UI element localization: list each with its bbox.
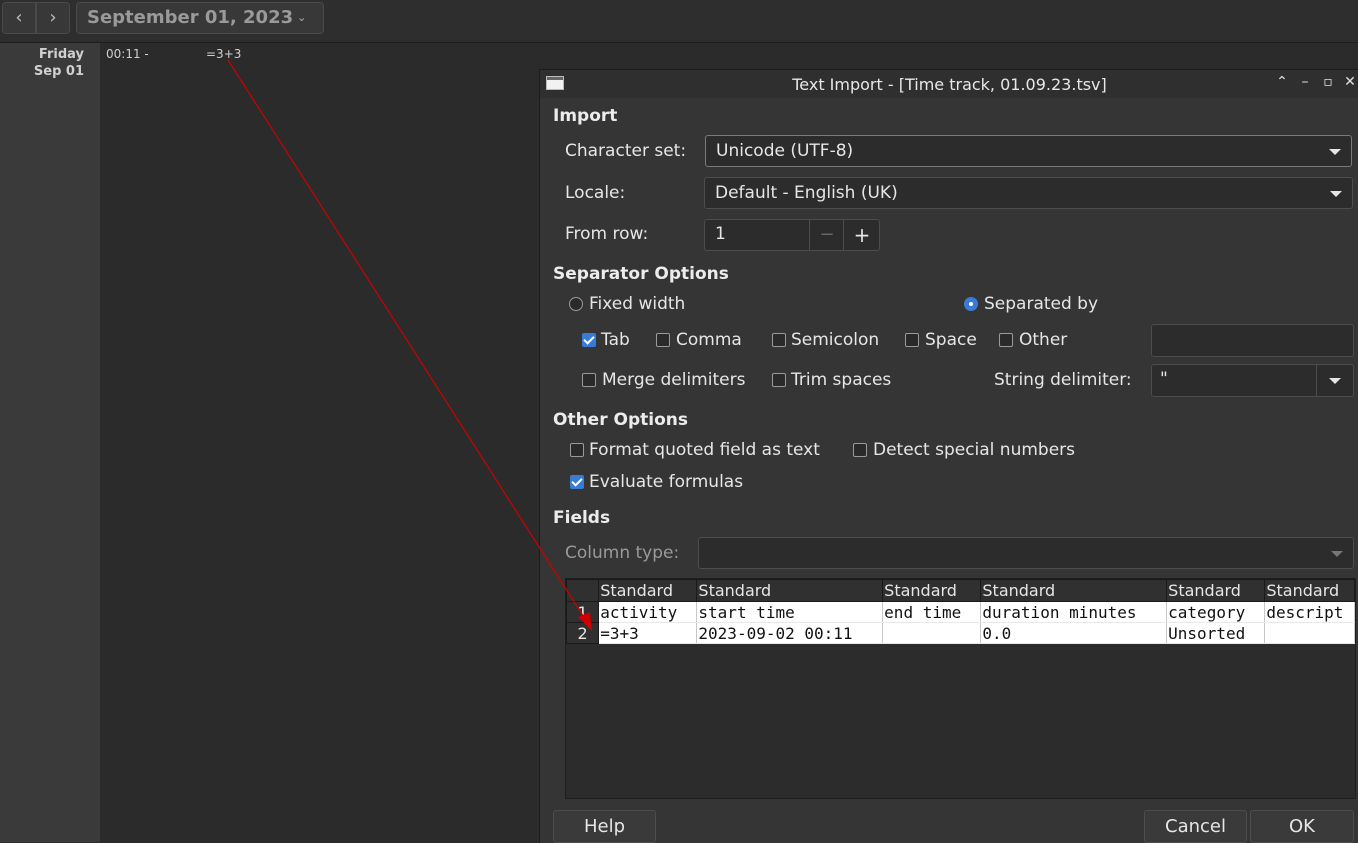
table-cell[interactable]: activity — [598, 601, 698, 623]
day-name: Friday — [38, 47, 84, 62]
row-number: 1 — [566, 601, 600, 623]
top-toolbar: ‹ › September 01, 2023 ⌄ — [0, 0, 1358, 43]
table-cell[interactable]: 2023-09-02 00:11 — [696, 622, 884, 644]
restore-icon[interactable]: ▫ — [1319, 74, 1337, 90]
separated-by-radio[interactable] — [964, 297, 978, 311]
table-cell[interactable] — [1264, 622, 1355, 644]
preview-header-row: Standard Standard Standard Standard Stan… — [566, 579, 1355, 602]
dialog-title: Text Import - [Time track, 01.09.23.tsv] — [792, 75, 1107, 94]
semicolon-checkbox[interactable] — [772, 333, 786, 347]
dialog-titlebar[interactable]: Text Import - [Time track, 01.09.23.tsv]… — [540, 70, 1358, 98]
merge-delimiters-label: Merge delimiters — [602, 370, 746, 390]
space-label: Space — [925, 330, 977, 350]
string-delimiter-combo[interactable]: " — [1151, 364, 1354, 397]
dropdown-caret-icon — [1329, 149, 1341, 155]
decrement-icon[interactable]: − — [809, 220, 844, 250]
other-label: Other — [1019, 330, 1068, 350]
column-type-select[interactable] — [698, 537, 1354, 569]
detect-special-label: Detect special numbers — [873, 440, 1076, 460]
string-delimiter-value[interactable]: " — [1160, 369, 1168, 389]
preview-table: Standard Standard Standard Standard Stan… — [566, 579, 1355, 644]
format-quoted-label: Format quoted field as text — [589, 440, 820, 460]
evaluate-formulas-checkbox[interactable] — [570, 475, 584, 489]
table-cell[interactable]: Unsorted — [1166, 622, 1266, 644]
separator-heading: Separator Options — [553, 264, 729, 284]
arrow-line — [227, 59, 588, 623]
corner-cell[interactable] — [566, 579, 600, 602]
tab-checkbox[interactable] — [582, 333, 596, 347]
help-button[interactable]: Help — [553, 810, 656, 843]
separated-by-label: Separated by — [984, 294, 1099, 314]
table-row: 1 activity start time end time duration … — [566, 601, 1355, 623]
row-number: 2 — [566, 622, 600, 644]
date-picker-button[interactable]: September 01, 2023 ⌄ — [76, 2, 324, 34]
other-options-heading: Other Options — [553, 410, 688, 430]
fields-heading: Fields — [553, 508, 611, 528]
import-heading: Import — [553, 106, 618, 126]
table-cell[interactable]: =3+3 — [598, 622, 698, 644]
text-import-dialog: Text Import - [Time track, 01.09.23.tsv]… — [539, 69, 1358, 843]
dropdown-caret-icon[interactable] — [1316, 365, 1353, 396]
locale-select[interactable]: Default - English (UK) — [704, 177, 1353, 209]
column-type-header[interactable]: Standard — [882, 579, 982, 602]
entry-time[interactable]: 00:11 - — [106, 47, 149, 61]
chevron-left-icon: ‹ — [15, 7, 23, 28]
column-type-header[interactable]: Standard — [980, 579, 1168, 602]
fixed-width-label: Fixed width — [589, 294, 686, 314]
from-row-spinner[interactable]: 1 − + — [704, 219, 880, 251]
other-checkbox[interactable] — [999, 333, 1013, 347]
import-preview[interactable]: Standard Standard Standard Standard Stan… — [565, 578, 1356, 799]
from-row-label: From row: — [565, 224, 649, 244]
entry-activity[interactable]: =3+3 — [206, 47, 241, 61]
column-type-header[interactable]: Standard — [598, 579, 698, 602]
table-cell[interactable]: duration minutes — [980, 601, 1168, 623]
comma-label: Comma — [676, 330, 742, 350]
charset-label: Character set: — [565, 141, 687, 161]
column-type-label: Column type: — [565, 543, 680, 563]
charset-value: Unicode (UTF-8) — [716, 141, 854, 161]
table-cell[interactable]: end time — [882, 601, 982, 623]
table-row: 2 =3+3 2023-09-02 00:11 0.0 Unsorted — [566, 622, 1355, 644]
increment-icon[interactable]: + — [843, 220, 880, 250]
table-cell[interactable]: 0.0 — [980, 622, 1168, 644]
trim-spaces-checkbox[interactable] — [772, 373, 786, 387]
semicolon-label: Semicolon — [791, 330, 880, 350]
from-row-value[interactable]: 1 — [715, 224, 726, 244]
comma-checkbox[interactable] — [656, 333, 670, 347]
other-separator-input[interactable] — [1151, 324, 1354, 357]
detect-special-checkbox[interactable] — [853, 443, 867, 457]
next-day-button[interactable]: › — [36, 2, 70, 34]
date-label: September 01, 2023 — [87, 7, 294, 28]
merge-delimiters-checkbox[interactable] — [582, 373, 596, 387]
close-icon[interactable]: ✕ — [1341, 74, 1358, 90]
column-type-header[interactable]: Standard — [696, 579, 884, 602]
chevron-right-icon: › — [49, 7, 57, 28]
space-checkbox[interactable] — [905, 333, 919, 347]
tab-label: Tab — [601, 330, 630, 350]
dropdown-caret-icon — [1330, 191, 1342, 197]
table-cell[interactable]: descript — [1264, 601, 1355, 623]
table-cell[interactable] — [882, 622, 982, 644]
previous-day-button[interactable]: ‹ — [2, 2, 36, 34]
table-cell[interactable]: start time — [696, 601, 884, 623]
trim-spaces-label: Trim spaces — [791, 370, 892, 390]
day-date: Sep 01 — [33, 64, 84, 79]
locale-label: Locale: — [565, 183, 626, 203]
evaluate-formulas-label: Evaluate formulas — [589, 472, 744, 492]
maximize-up-icon[interactable]: ⌃ — [1273, 74, 1291, 90]
day-column: Friday Sep 01 — [0, 43, 100, 842]
chevron-down-icon: ⌄ — [297, 11, 307, 24]
column-type-header[interactable]: Standard — [1166, 579, 1266, 602]
dropdown-caret-icon — [1331, 551, 1343, 557]
cancel-button[interactable]: Cancel — [1144, 810, 1247, 843]
locale-value: Default - English (UK) — [715, 183, 898, 203]
string-delimiter-label: String delimiter: — [994, 370, 1132, 390]
fixed-width-radio[interactable] — [569, 297, 583, 311]
ok-button[interactable]: OK — [1250, 810, 1354, 843]
table-cell[interactable]: category — [1166, 601, 1266, 623]
charset-select[interactable]: Unicode (UTF-8) — [705, 135, 1352, 167]
minimize-icon[interactable]: – — [1296, 74, 1314, 90]
column-type-header[interactable]: Standard — [1264, 579, 1355, 602]
format-quoted-checkbox[interactable] — [570, 443, 584, 457]
